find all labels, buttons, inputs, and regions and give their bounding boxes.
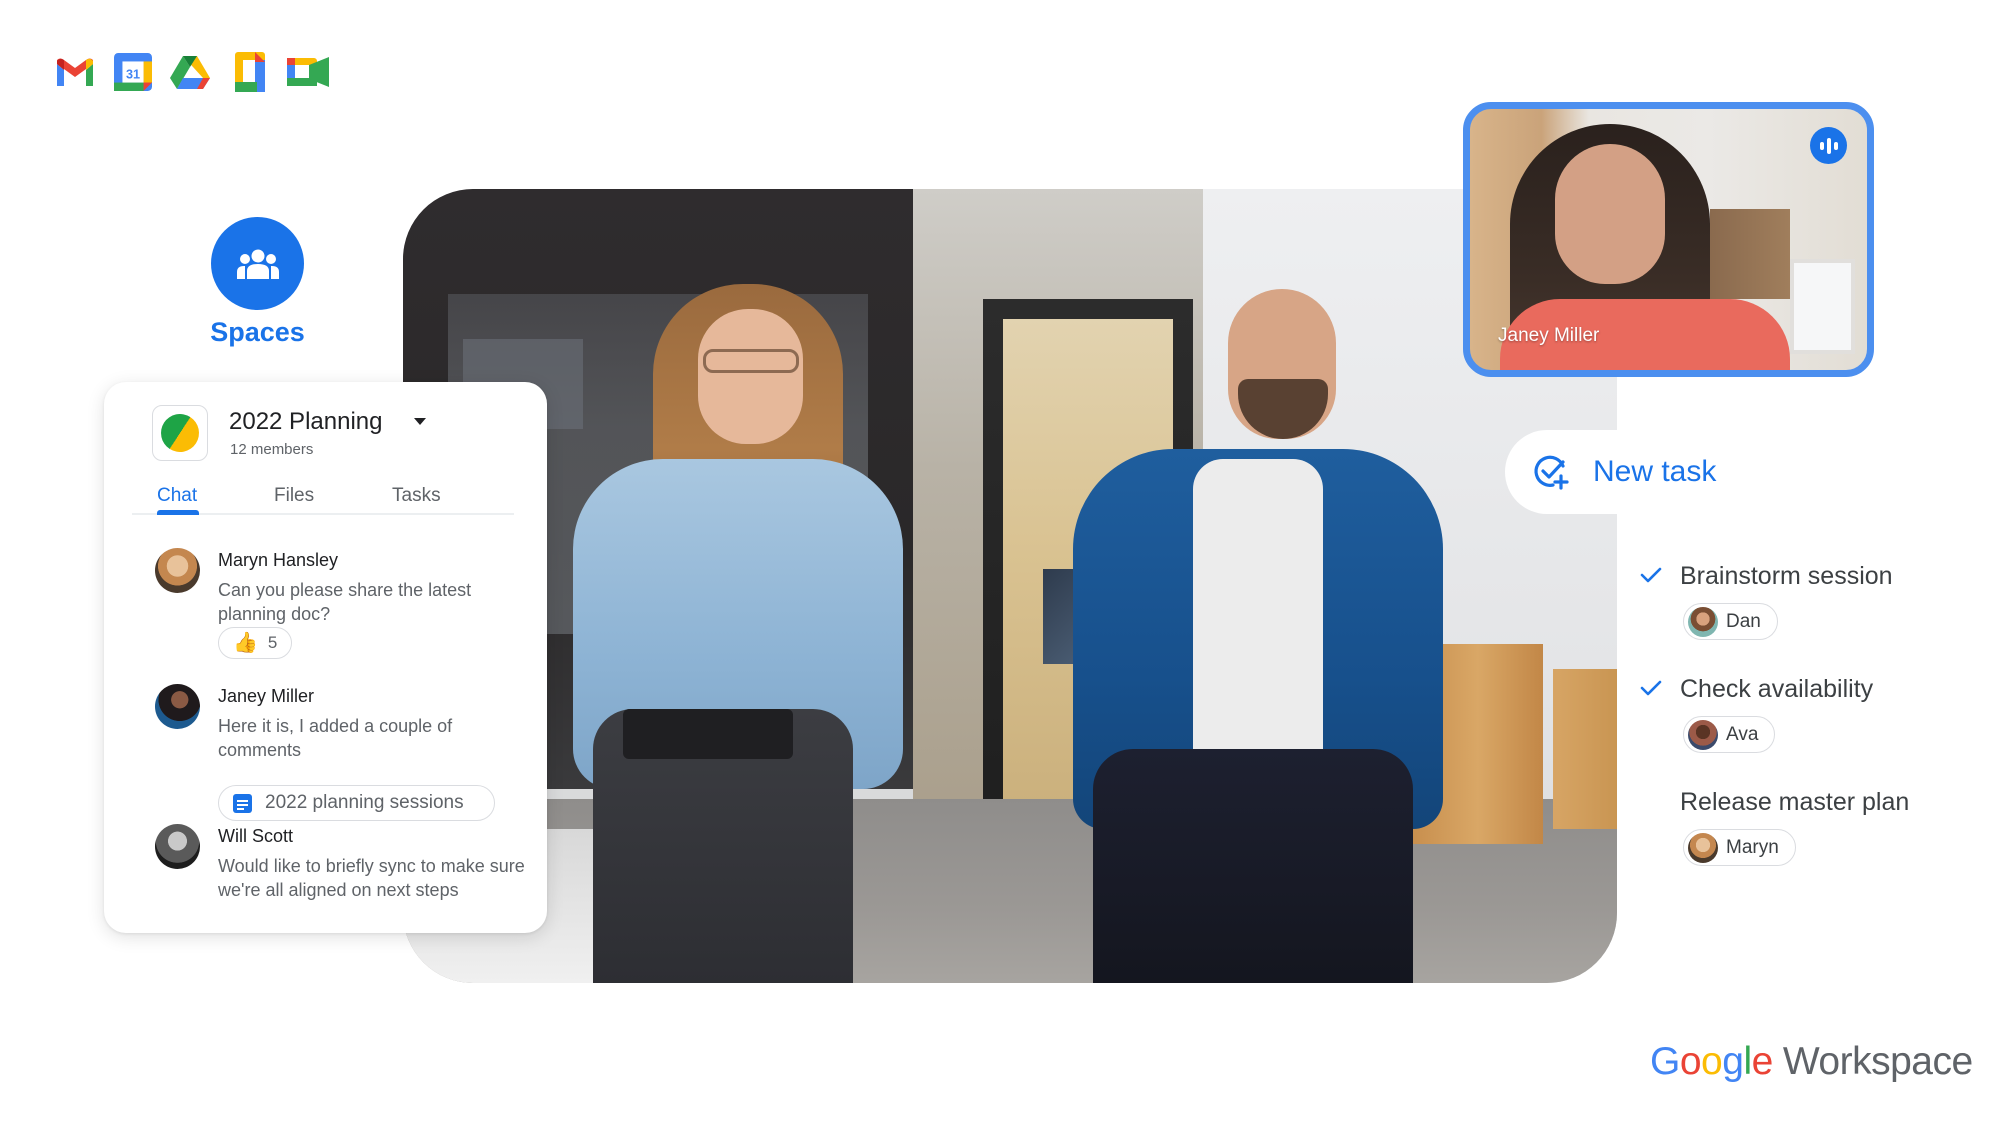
task-title: Check availability: [1680, 675, 1874, 703]
photo-person-woman-face: [698, 309, 803, 444]
add-task-icon: [1534, 455, 1569, 490]
reaction-count: 5: [267, 633, 278, 652]
workspace-wordmark: Workspace: [1782, 1040, 1973, 1083]
video-background-cabinet: [1710, 209, 1790, 299]
tab-chat[interactable]: Chat: [157, 485, 197, 507]
photo-crate: [1553, 669, 1617, 829]
space-tabs: Chat Files Tasks: [132, 382, 514, 515]
avatar: [155, 824, 200, 869]
message-author: Janey Miller: [218, 686, 315, 706]
check-icon: [1640, 567, 1662, 583]
photo-tablet: [623, 709, 793, 759]
photo-person-man-legs: [1093, 749, 1413, 983]
assignee-chip[interactable]: Ava: [1683, 716, 1776, 753]
task-title: Release master plan: [1680, 788, 1910, 816]
message-author: Will Scott: [218, 826, 294, 846]
check-icon: [1640, 680, 1662, 696]
avatar: [1688, 719, 1718, 750]
spaces-shortcut[interactable]: Spaces: [210, 217, 305, 347]
avatar: [1688, 606, 1718, 637]
spaces-label: Spaces: [210, 317, 305, 347]
avatar: [155, 548, 200, 593]
avatar: [1688, 832, 1718, 863]
tab-tasks[interactable]: Tasks: [392, 485, 441, 507]
video-participant-face: [1555, 144, 1665, 284]
docs-icon: [233, 793, 252, 813]
reaction-chip[interactable]: 👍 5: [218, 627, 292, 659]
gmail-icon[interactable]: [54, 52, 96, 92]
tab-files[interactable]: Files: [274, 485, 314, 507]
avatar: [155, 684, 200, 729]
drive-icon[interactable]: [169, 52, 211, 92]
active-tab-indicator: [157, 510, 199, 515]
hero-photo: [403, 189, 1617, 983]
assignee-chip[interactable]: Maryn: [1683, 829, 1796, 866]
photo-person-man-shirt: [1193, 459, 1323, 789]
assignee-name: Ava: [1726, 723, 1759, 745]
message-text: Would like to briefly sync to make sure …: [218, 856, 525, 900]
speaking-indicator-icon: [1810, 127, 1847, 164]
calendar-icon[interactable]: 31: [114, 52, 152, 92]
svg-text:31: 31: [126, 67, 140, 81]
assignee-name: Maryn: [1726, 836, 1779, 858]
message-text: Can you please share the latest planning…: [218, 580, 472, 624]
photo-glasses: [703, 349, 799, 373]
new-task-label: New task: [1593, 455, 1717, 488]
docs-icon[interactable]: [234, 52, 266, 92]
google-wordmark: Google: [1650, 1040, 1773, 1083]
video-background-window: [1790, 259, 1855, 354]
thumbs-up-icon: 👍: [233, 632, 258, 654]
video-tile[interactable]: Janey Miller: [1463, 102, 1874, 377]
assignee-chip[interactable]: Dan: [1683, 603, 1778, 640]
task-title: Brainstorm session: [1680, 562, 1893, 590]
space-chat-card: 2022 Planning 12 members Chat Files Task…: [104, 382, 547, 933]
message-text: Here it is, I added a couple of comments: [218, 716, 453, 760]
assignee-name: Dan: [1726, 610, 1761, 632]
google-workspace-logo: Google Workspace: [1650, 1040, 1973, 1084]
meet-icon[interactable]: [287, 52, 329, 92]
message-author: Maryn Hansley: [218, 550, 339, 570]
attachment-label: 2022 planning sessions: [265, 792, 464, 813]
participant-name: Janey Miller: [1498, 325, 1600, 346]
spaces-button[interactable]: [211, 217, 304, 310]
attachment-chip[interactable]: 2022 planning sessions: [218, 785, 495, 821]
people-icon: [236, 249, 279, 279]
new-task-button[interactable]: New task: [1505, 430, 1905, 514]
